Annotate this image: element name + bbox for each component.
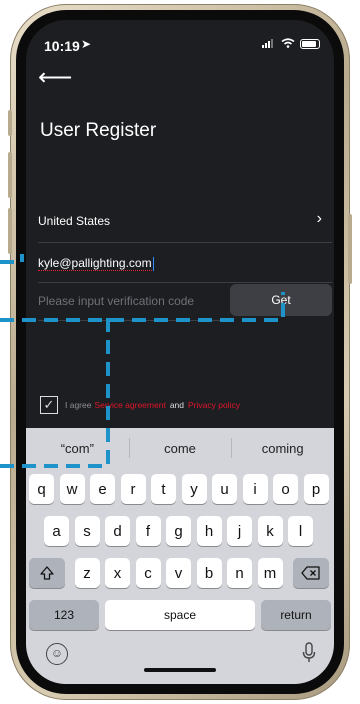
key-m[interactable]: m bbox=[257, 558, 283, 588]
chevron-right-icon: › bbox=[316, 210, 322, 227]
suggestion-2[interactable]: come bbox=[128, 428, 232, 468]
suggestion-3[interactable]: coming bbox=[231, 428, 334, 468]
emoji-icon[interactable]: ☺ bbox=[46, 643, 68, 665]
volume-up-button bbox=[8, 152, 12, 198]
suggestion-bar: “com” come coming bbox=[26, 428, 334, 468]
privacy-policy-link[interactable]: Privacy policy bbox=[188, 400, 240, 410]
key-f[interactable]: f bbox=[135, 516, 161, 546]
signal-icon bbox=[262, 37, 276, 51]
key-k[interactable]: k bbox=[257, 516, 283, 546]
location-arrow-icon: ➤ bbox=[81, 37, 92, 51]
key-z[interactable]: z bbox=[74, 558, 100, 588]
agree-checkbox[interactable]: ✓ bbox=[40, 396, 58, 414]
service-agreement-link[interactable]: Service agreement bbox=[94, 400, 165, 410]
page-title: User Register bbox=[40, 120, 157, 141]
delete-icon bbox=[301, 566, 320, 580]
status-bar: 10:19 ➤ bbox=[26, 20, 334, 64]
country-selector[interactable]: United States › bbox=[38, 208, 332, 243]
back-arrow-icon[interactable]: ⟵ bbox=[38, 66, 72, 90]
key-u[interactable]: u bbox=[212, 474, 237, 504]
email-value[interactable]: kyle@pallighting.com bbox=[38, 256, 154, 271]
agree-prefix: I agree bbox=[65, 400, 92, 410]
key-a[interactable]: a bbox=[44, 516, 69, 546]
key-n[interactable]: n bbox=[227, 558, 252, 588]
verification-code-placeholder[interactable]: Please input verification code bbox=[38, 294, 194, 308]
key-g[interactable]: g bbox=[166, 516, 191, 546]
key-p[interactable]: p bbox=[303, 474, 329, 504]
key-v[interactable]: v bbox=[166, 558, 191, 588]
key-x[interactable]: x bbox=[105, 558, 130, 588]
mute-switch bbox=[8, 110, 12, 136]
verification-code-field[interactable]: Please input verification code bbox=[38, 286, 228, 321]
key-c[interactable]: c bbox=[135, 558, 161, 588]
key-i[interactable]: i bbox=[242, 474, 268, 504]
key-d[interactable]: d bbox=[105, 516, 130, 546]
agreement-row: ✓ I agree Service agreement and Privacy … bbox=[40, 394, 240, 416]
battery-icon bbox=[300, 39, 320, 49]
key-h[interactable]: h bbox=[196, 516, 222, 546]
wifi-icon bbox=[281, 37, 295, 51]
get-code-button[interactable]: Get bbox=[230, 284, 332, 316]
key-e[interactable]: e bbox=[90, 474, 115, 504]
key-w[interactable]: w bbox=[59, 474, 85, 504]
status-icons bbox=[262, 37, 320, 51]
delete-key[interactable] bbox=[293, 558, 329, 588]
space-key[interactable]: space bbox=[105, 600, 255, 630]
key-j[interactable]: j bbox=[227, 516, 252, 546]
key-s[interactable]: s bbox=[74, 516, 100, 546]
shift-key[interactable] bbox=[29, 558, 65, 588]
key-o[interactable]: o bbox=[273, 474, 298, 504]
volume-down-button bbox=[8, 208, 12, 254]
key-b[interactable]: b bbox=[196, 558, 222, 588]
home-indicator bbox=[144, 668, 216, 672]
country-label: United States bbox=[38, 214, 111, 228]
key-t[interactable]: t bbox=[151, 474, 176, 504]
numbers-key[interactable]: 123 bbox=[29, 600, 99, 630]
status-time: 10:19 bbox=[44, 38, 80, 54]
text-cursor bbox=[152, 256, 154, 271]
email-field[interactable]: kyle@pallighting.com bbox=[38, 248, 332, 283]
microphone-icon[interactable] bbox=[302, 642, 316, 669]
email-text: kyle@pallighting.com bbox=[38, 256, 152, 271]
suggestion-1[interactable]: “com” bbox=[26, 428, 129, 468]
key-y[interactable]: y bbox=[181, 474, 207, 504]
key-q[interactable]: q bbox=[29, 474, 54, 504]
agree-and: and bbox=[169, 400, 184, 410]
power-button bbox=[348, 214, 352, 284]
key-r[interactable]: r bbox=[120, 474, 146, 504]
shift-icon bbox=[40, 566, 54, 580]
keyboard: “com” come coming q w e r t y u i o p a … bbox=[26, 428, 334, 684]
app-screen: 10:19 ➤ ⟵ User Register United States › … bbox=[26, 20, 334, 684]
return-key[interactable]: return bbox=[261, 600, 331, 630]
key-l[interactable]: l bbox=[288, 516, 313, 546]
